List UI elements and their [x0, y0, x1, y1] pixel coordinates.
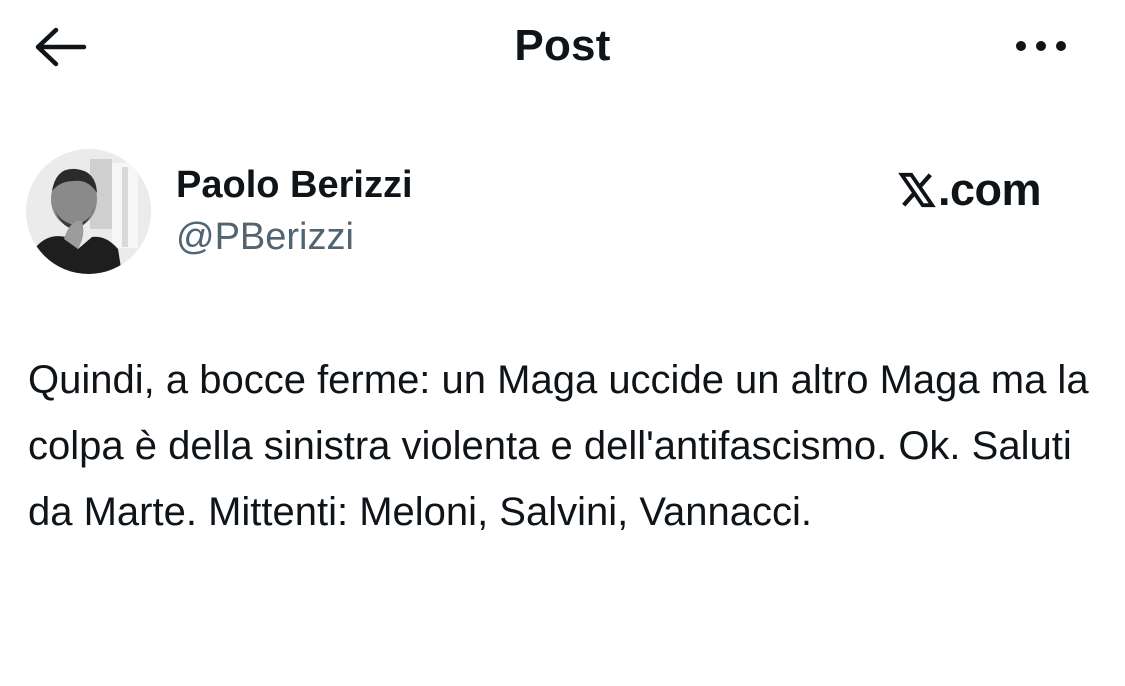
page-title: Post [514, 21, 611, 70]
avatar-photo [26, 149, 151, 274]
top-bar: Post [0, 0, 1125, 100]
author-name[interactable]: Paolo Berizzi [176, 162, 413, 208]
source-domain-label: .com [938, 164, 1042, 215]
x-logo-icon [898, 172, 936, 208]
post-body-text: Quindi, a bocce ferme: un Maga uccide un… [28, 358, 1089, 534]
more-options-button[interactable] [1005, 24, 1077, 68]
avatar[interactable] [26, 149, 151, 274]
author-handle[interactable]: @PBerizzi [176, 214, 354, 260]
source-brand: .com [898, 164, 1042, 215]
author-row: Paolo Berizzi @PBerizzi .com [26, 148, 1096, 278]
more-horizontal-icon [1016, 41, 1066, 51]
post-screen: Post Paolo Berizzi @PBerizzi .com Quindi… [0, 0, 1125, 686]
